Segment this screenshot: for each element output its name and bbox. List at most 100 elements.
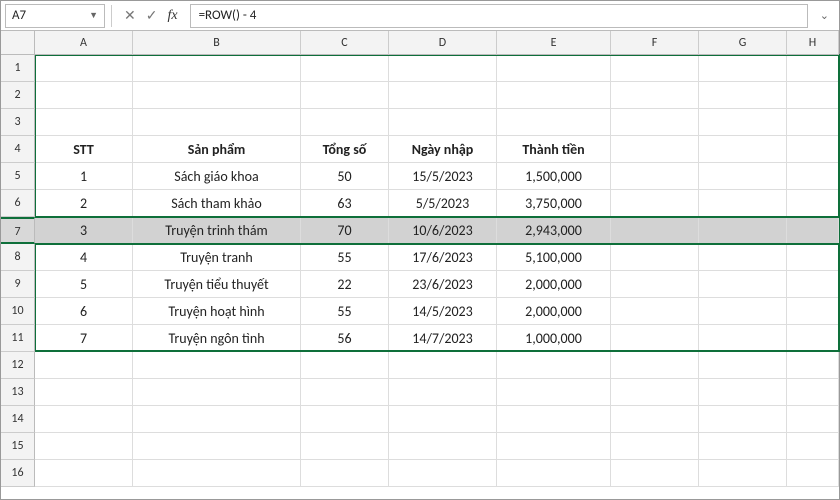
fx-icon[interactable]: fx <box>167 9 177 23</box>
cell[interactable] <box>787 217 839 244</box>
cell-ts[interactable]: 22 <box>301 271 389 298</box>
cell-ts[interactable]: 55 <box>301 244 389 271</box>
cell[interactable] <box>389 433 497 460</box>
cell[interactable] <box>497 460 611 487</box>
cell[interactable] <box>787 55 839 82</box>
cell[interactable] <box>611 163 699 190</box>
cell[interactable] <box>389 82 497 109</box>
cell[interactable] <box>787 82 839 109</box>
cell[interactable] <box>787 352 839 379</box>
cell-tt[interactable]: 1,500,000 <box>497 163 611 190</box>
cell[interactable] <box>611 325 699 352</box>
cell[interactable] <box>611 190 699 217</box>
row-header-10[interactable]: 10 <box>1 298 35 325</box>
cell[interactable] <box>35 352 133 379</box>
col-header-G[interactable]: G <box>699 31 787 55</box>
row-header-5[interactable]: 5 <box>1 163 35 190</box>
cell[interactable] <box>301 352 389 379</box>
cell-tt[interactable]: 3,750,000 <box>497 190 611 217</box>
header-tong-so[interactable]: Tổng số <box>301 136 389 163</box>
cell-stt[interactable]: 2 <box>35 190 133 217</box>
cell[interactable] <box>787 190 839 217</box>
cell[interactable] <box>611 82 699 109</box>
cell-tt[interactable]: 5,100,000 <box>497 244 611 271</box>
cell[interactable] <box>35 433 133 460</box>
cell-stt[interactable]: 4 <box>35 244 133 271</box>
col-header-D[interactable]: D <box>389 31 497 55</box>
row-header-8[interactable]: 8 <box>1 244 35 271</box>
row-header-4[interactable]: 4 <box>1 136 35 163</box>
cell[interactable] <box>35 109 133 136</box>
cell[interactable] <box>389 55 497 82</box>
cell-sp[interactable]: Sách tham khảo <box>133 190 301 217</box>
cell-tt[interactable]: 1,000,000 <box>497 325 611 352</box>
cell-nn[interactable]: 23/6/2023 <box>389 271 497 298</box>
cell-sp[interactable]: Truyện tranh <box>133 244 301 271</box>
cell[interactable] <box>787 298 839 325</box>
cell[interactable] <box>497 55 611 82</box>
cell[interactable] <box>301 379 389 406</box>
header-stt[interactable]: STT <box>35 136 133 163</box>
cell[interactable] <box>787 244 839 271</box>
cell[interactable] <box>497 109 611 136</box>
cell[interactable] <box>699 298 787 325</box>
chevron-down-icon[interactable]: ▼ <box>89 10 98 21</box>
cell-sp[interactable]: Truyện hoạt hình <box>133 298 301 325</box>
col-header-E[interactable]: E <box>497 31 611 55</box>
header-thanh-tien[interactable]: Thành tiền <box>497 136 611 163</box>
cell[interactable] <box>35 406 133 433</box>
row-header-3[interactable]: 3 <box>1 109 35 136</box>
cell[interactable] <box>699 460 787 487</box>
cell-nn[interactable]: 5/5/2023 <box>389 190 497 217</box>
cell[interactable] <box>133 406 301 433</box>
cell[interactable] <box>133 433 301 460</box>
cell-tt[interactable]: 2,000,000 <box>497 271 611 298</box>
formula-input[interactable]: =ROW() - 4 <box>190 4 808 28</box>
cell-ts[interactable]: 56 <box>301 325 389 352</box>
row-header-6[interactable]: 6 <box>1 190 35 217</box>
cell[interactable] <box>301 460 389 487</box>
cell[interactable] <box>699 217 787 244</box>
cell[interactable] <box>611 298 699 325</box>
cell[interactable] <box>699 433 787 460</box>
cell[interactable] <box>611 271 699 298</box>
cell[interactable] <box>611 55 699 82</box>
cell[interactable] <box>301 406 389 433</box>
cell-stt[interactable]: 7 <box>35 325 133 352</box>
cell[interactable] <box>497 379 611 406</box>
cell[interactable] <box>699 82 787 109</box>
cell-stt[interactable]: 5 <box>35 271 133 298</box>
cell[interactable] <box>497 82 611 109</box>
cell[interactable] <box>611 379 699 406</box>
cell[interactable] <box>389 352 497 379</box>
cell[interactable] <box>611 244 699 271</box>
cell[interactable] <box>133 82 301 109</box>
cell-tt[interactable]: 2,000,000 <box>497 298 611 325</box>
cell[interactable] <box>699 163 787 190</box>
cell[interactable] <box>787 433 839 460</box>
cell[interactable] <box>301 55 389 82</box>
cell[interactable] <box>787 325 839 352</box>
cell-sp[interactable]: Truyện trinh thám <box>133 217 301 244</box>
cell[interactable] <box>787 109 839 136</box>
cell-sp[interactable]: Sách giáo khoa <box>133 163 301 190</box>
cell-nn[interactable]: 15/5/2023 <box>389 163 497 190</box>
cell[interactable] <box>35 379 133 406</box>
cell-nn[interactable]: 10/6/2023 <box>389 217 497 244</box>
cell[interactable] <box>611 217 699 244</box>
row-header-16[interactable]: 16 <box>1 460 35 487</box>
cell[interactable] <box>787 460 839 487</box>
cell[interactable] <box>35 55 133 82</box>
cell[interactable] <box>787 271 839 298</box>
cell[interactable] <box>133 352 301 379</box>
cell[interactable] <box>699 352 787 379</box>
cell[interactable] <box>611 433 699 460</box>
cell[interactable] <box>133 460 301 487</box>
header-san-pham[interactable]: Sản phẩm <box>133 136 301 163</box>
cell[interactable] <box>787 136 839 163</box>
col-header-H[interactable]: H <box>787 31 839 55</box>
cell[interactable] <box>699 244 787 271</box>
cell[interactable] <box>611 352 699 379</box>
cancel-icon[interactable]: ✕ <box>124 9 136 23</box>
row-header-12[interactable]: 12 <box>1 352 35 379</box>
